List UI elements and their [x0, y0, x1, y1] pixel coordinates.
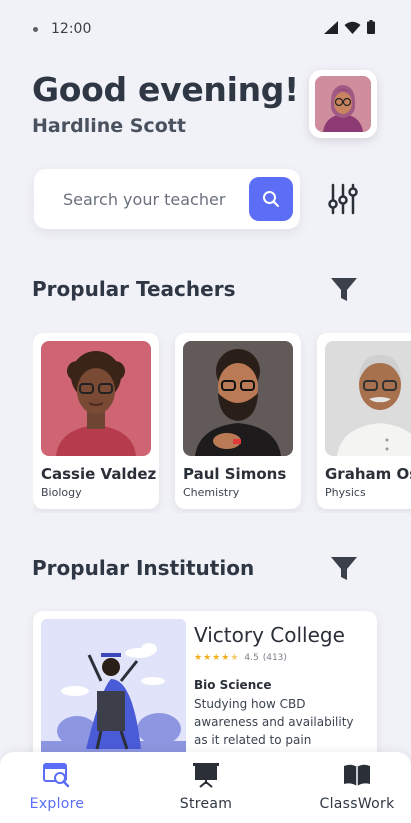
nav-item-stream[interactable]: Stream	[151, 752, 261, 823]
nav-item-explore[interactable]: Explore	[2, 752, 112, 823]
search-box	[34, 169, 300, 229]
sliders-icon	[328, 183, 358, 215]
star-icon: ★	[203, 653, 212, 663]
rating-count: (413)	[262, 653, 287, 663]
teacher-card[interactable]: Paul Simons Chemistry	[175, 333, 301, 509]
teacher-name: Cassie Valdez	[41, 465, 157, 483]
status-icons	[324, 20, 375, 34]
teachers-section-title: Propular Teachers	[32, 277, 236, 301]
notification-dot-icon	[33, 27, 38, 32]
cellular-signal-icon	[324, 20, 338, 34]
filter-settings-button[interactable]	[326, 182, 360, 216]
battery-icon	[367, 20, 375, 34]
rating-value: 4.5	[244, 653, 259, 663]
teachers-list: Cassie Valdez Biology Paul Simons Chemis…	[33, 333, 411, 513]
status-time: 12:00	[51, 21, 92, 37]
search-input[interactable]	[63, 187, 243, 211]
wifi-icon	[344, 21, 361, 34]
teacher-card[interactable]: Graham Osborn Physics	[317, 333, 411, 509]
funnel-icon	[331, 557, 357, 580]
teacher-photo	[325, 341, 411, 456]
teacher-subject: Chemistry	[183, 486, 240, 499]
nav-item-classwork[interactable]: ClassWork	[302, 752, 411, 823]
explore-icon	[43, 763, 70, 788]
institution-rating: ★ ★ ★ ★ ★ 4.5 (413)	[194, 653, 287, 663]
teacher-subject: Biology	[41, 486, 82, 499]
nav-label: Stream	[179, 796, 233, 812]
institution-section-title: Propular Institution	[32, 556, 255, 580]
funnel-icon	[331, 278, 357, 301]
user-name: Hardline Scott	[32, 115, 186, 137]
teacher-name: Graham Osborn	[325, 465, 411, 483]
teacher-photo	[41, 341, 151, 456]
bottom-navigation: Explore Stream ClassWork	[0, 752, 411, 823]
institution-card[interactable]: Victory College ★ ★ ★ ★ ★ 4.5 (413) Bio …	[33, 611, 377, 771]
star-icon: ★	[221, 653, 230, 663]
status-bar: 12:00	[0, 0, 411, 58]
open-book-icon	[344, 764, 370, 786]
institution-filter-button[interactable]	[330, 556, 358, 582]
nav-label: ClassWork	[319, 796, 395, 812]
search-button[interactable]	[249, 177, 293, 221]
star-icon: ★	[194, 653, 203, 663]
search-icon	[263, 191, 279, 207]
half-star-icon: ★	[230, 653, 239, 663]
avatar-image	[315, 76, 371, 132]
teacher-card[interactable]: Cassie Valdez Biology	[33, 333, 159, 509]
graduation-illustration	[41, 619, 186, 759]
institution-name: Victory College	[194, 623, 345, 647]
teachers-filter-button[interactable]	[330, 277, 358, 303]
teacher-name: Paul Simons	[183, 465, 287, 483]
profile-avatar[interactable]	[309, 70, 377, 138]
presentation-board-icon	[193, 763, 219, 788]
star-icon: ★	[212, 653, 221, 663]
teacher-subject: Physics	[325, 486, 366, 499]
nav-label: Explore	[29, 796, 85, 812]
institution-field: Bio Science	[194, 678, 272, 692]
greeting-title: Good evening!	[32, 70, 299, 109]
teacher-photo	[183, 341, 293, 456]
